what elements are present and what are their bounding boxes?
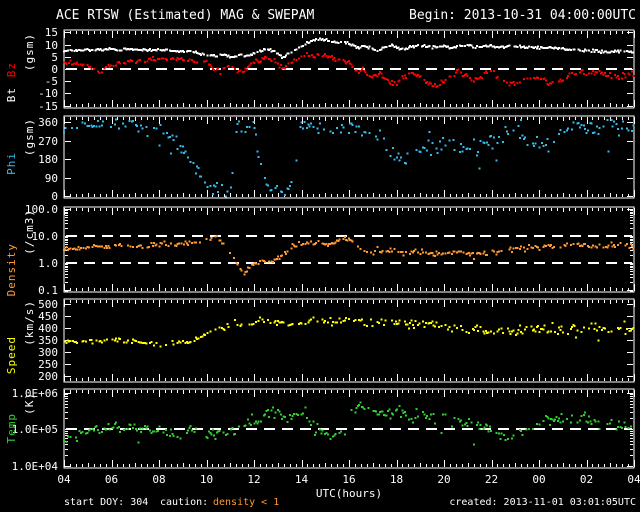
panel-ylabel-temp: Temp (5, 413, 18, 444)
plot-title: ACE RTSW (Estimated) MAG & SWEPAM (56, 8, 315, 23)
footer-created-timestamp: created: 2013-11-01 03:01:05UTC (449, 497, 636, 508)
panel-ylabel-phi: (gsm) (23, 118, 36, 157)
y-tick-label: 0 (51, 189, 58, 203)
x-tick-label: 04 (57, 473, 71, 486)
footer-caution-label: caution: (160, 497, 209, 508)
panel-ylabel-speed: Speed (5, 336, 18, 375)
footer-start-doy: start DOY: 304 (64, 497, 149, 508)
x-tick-label: 14 (294, 473, 309, 486)
x-tick-label: 00 (532, 473, 546, 486)
x-tick-label: 16 (342, 473, 356, 486)
panel-ylabel-bt-bz: Bt (5, 87, 18, 103)
y-tick-label: 1.0E+04 (11, 459, 58, 473)
footer-caution-note: density < 1 (213, 497, 280, 508)
panel-ylabel-phi: Phi (5, 152, 18, 175)
axis-labels-layer: 15 10 5 0 -5 -10 -15 (gsm) Bz Bt 360 270 180 90 0 (gsm)… (0, 0, 640, 512)
x-tick-label: 18 (389, 473, 404, 486)
x-axis-title: UTC(hours) (315, 487, 383, 500)
x-tick-label: 06 (104, 473, 119, 486)
panel-ylabel-temp: (K) (23, 392, 36, 415)
x-tick-label: 02 (579, 473, 594, 486)
panel-ylabel-bt-bz: Bz (5, 62, 18, 78)
begin-timestamp: Begin: 2013-10-31 04:00:00UTC (409, 8, 636, 23)
x-tick-label: 08 (152, 473, 166, 486)
x-tick-label: 04 (627, 473, 640, 486)
ace-rtsw-plot-screen: 15 10 5 0 -5 -10 -15 (gsm) Bz Bt 360 270 180 90 0 (gsm)… (0, 0, 640, 512)
panel-ylabel-density: Density (5, 243, 18, 297)
panel-ylabel-speed: (km/s) (23, 300, 36, 346)
x-tick-label: 22 (484, 473, 499, 486)
panel-ylabel-density: (/cm3) (23, 209, 36, 255)
x-tick-label: 20 (437, 473, 451, 486)
x-tick-label: 12 (247, 473, 261, 486)
x-tick-label: 10 (199, 473, 214, 486)
panel-ylabel-bt-bz: (gsm) (23, 33, 36, 72)
